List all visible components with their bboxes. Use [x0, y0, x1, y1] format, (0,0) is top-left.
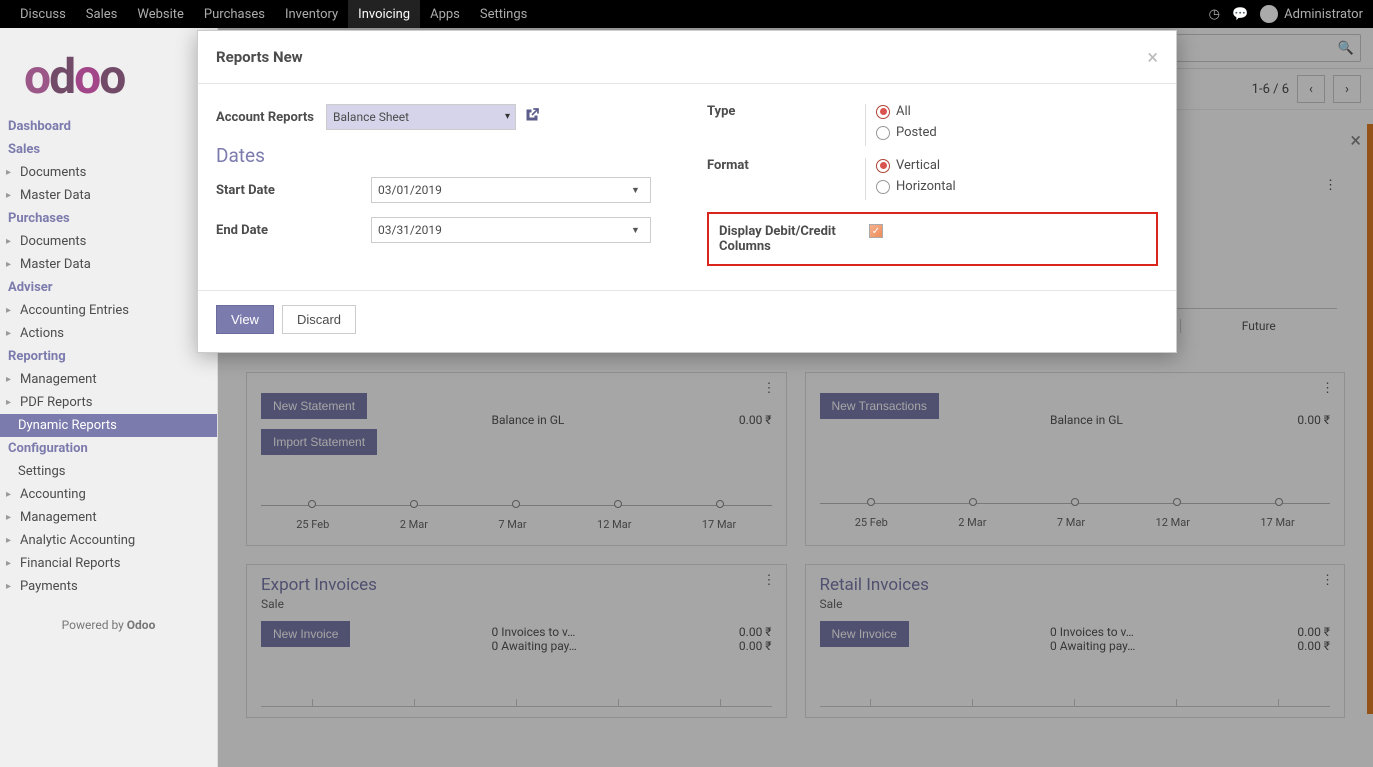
- sidebar-item-master-data[interactable]: Master Data: [0, 184, 217, 207]
- nav-apps[interactable]: Apps: [420, 0, 470, 28]
- sidebar-section-sales[interactable]: Sales: [0, 138, 217, 161]
- format-label: Format: [707, 158, 862, 173]
- sidebar-item-documents[interactable]: Documents: [0, 161, 217, 184]
- close-icon[interactable]: ×: [1147, 45, 1158, 69]
- format-horizontal-radio[interactable]: Horizontal: [876, 179, 956, 194]
- start-date-label: Start Date: [216, 183, 371, 198]
- sidebar-item-documents-2[interactable]: Documents: [0, 230, 217, 253]
- sidebar-item-pdf-reports[interactable]: PDF Reports: [0, 391, 217, 414]
- end-date-label: End Date: [216, 223, 371, 238]
- user-menu[interactable]: Administrator: [1260, 5, 1363, 23]
- avatar: [1260, 5, 1278, 23]
- sidebar-item-accounting-entries[interactable]: Accounting Entries: [0, 299, 217, 322]
- nav-invoicing[interactable]: Invoicing: [348, 0, 420, 28]
- chevron-down-icon: ▼: [631, 225, 640, 236]
- sidebar-item-financial-reports[interactable]: Financial Reports: [0, 552, 217, 575]
- nav-inventory[interactable]: Inventory: [275, 0, 348, 28]
- sidebar-item-settings[interactable]: Settings: [0, 460, 217, 483]
- sidebar-section-configuration[interactable]: Configuration: [0, 437, 217, 460]
- sidebar-item-analytic-accounting[interactable]: Analytic Accounting: [0, 529, 217, 552]
- display-debit-credit-highlight: Display Debit/Credit Columns ✓: [707, 212, 1158, 266]
- sidebar-item-management-2[interactable]: Management: [0, 506, 217, 529]
- nav-settings[interactable]: Settings: [470, 0, 537, 28]
- sidebar-item-payments[interactable]: Payments: [0, 575, 217, 598]
- user-name: Administrator: [1284, 7, 1363, 22]
- type-label: Type: [707, 104, 862, 119]
- sidebar-section-adviser[interactable]: Adviser: [0, 276, 217, 299]
- nav-purchases[interactable]: Purchases: [194, 0, 275, 28]
- end-date-input[interactable]: 03/31/2019 ▼: [371, 217, 667, 243]
- modal-title: Reports New: [216, 48, 303, 66]
- format-vertical-radio[interactable]: Vertical: [876, 158, 956, 173]
- display-debit-credit-checkbox[interactable]: ✓: [869, 224, 883, 238]
- chat-icon[interactable]: 💬: [1232, 7, 1248, 22]
- reports-new-modal: Reports New × Account Reports Balance Sh…: [197, 30, 1177, 353]
- sidebar-section-dashboard[interactable]: Dashboard: [0, 115, 217, 138]
- discard-button[interactable]: Discard: [282, 305, 356, 334]
- nav-sales[interactable]: Sales: [76, 0, 128, 28]
- chevron-down-icon: ▼: [631, 185, 640, 196]
- sidebar-section-reporting[interactable]: Reporting: [0, 345, 217, 368]
- type-posted-radio[interactable]: Posted: [876, 125, 937, 140]
- sidebar-item-actions[interactable]: Actions: [0, 322, 217, 345]
- external-link-icon[interactable]: [524, 107, 540, 127]
- account-reports-select[interactable]: Balance Sheet ▾: [326, 104, 516, 130]
- nav-website[interactable]: Website: [127, 0, 194, 28]
- nav-discuss[interactable]: Discuss: [10, 0, 76, 28]
- sidebar-item-master-data-2[interactable]: Master Data: [0, 253, 217, 276]
- chevron-down-icon: ▾: [505, 111, 510, 122]
- sidebar-item-dynamic-reports[interactable]: Dynamic Reports: [0, 414, 217, 437]
- clock-icon[interactable]: ◷: [1209, 7, 1220, 22]
- account-reports-label: Account Reports: [216, 110, 326, 125]
- account-reports-value: Balance Sheet: [326, 104, 516, 130]
- top-navbar: Discuss Sales Website Purchases Inventor…: [0, 0, 1373, 28]
- sidebar-item-management[interactable]: Management: [0, 368, 217, 391]
- left-sidebar: odoo Dashboard Sales Documents Master Da…: [0, 28, 218, 767]
- sidebar-section-purchases[interactable]: Purchases: [0, 207, 217, 230]
- start-date-input[interactable]: 03/01/2019 ▼: [371, 177, 667, 203]
- odoo-logo: odoo: [0, 28, 217, 115]
- view-button[interactable]: View: [216, 305, 274, 334]
- sidebar-footer: Powered by Odoo: [0, 618, 217, 632]
- sidebar-item-accounting[interactable]: Accounting: [0, 483, 217, 506]
- type-all-radio[interactable]: All: [876, 104, 937, 119]
- display-debit-credit-label: Display Debit/Credit Columns: [719, 224, 869, 254]
- dates-heading: Dates: [216, 144, 667, 167]
